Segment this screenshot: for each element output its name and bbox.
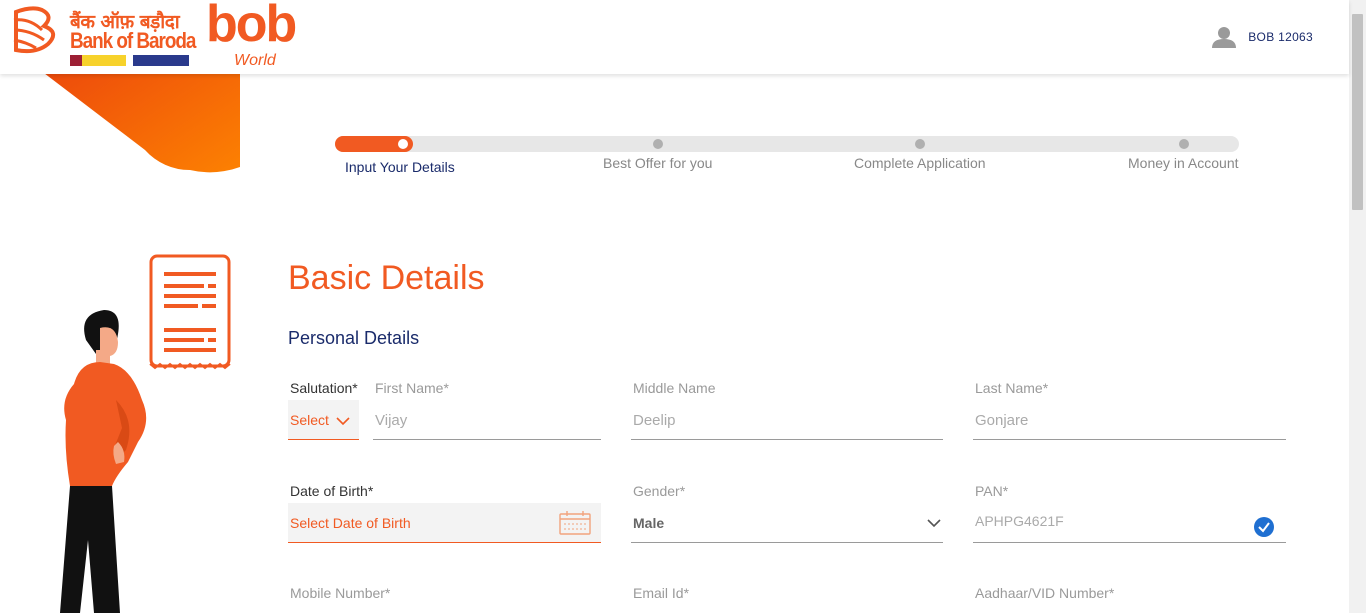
- last-name-input[interactable]: Gonjare: [973, 400, 1286, 440]
- pan-field: PAN* APHPG4621F: [973, 483, 1286, 545]
- step-label-best-offer: Best Offer for you: [603, 155, 713, 171]
- top-header: बैंक ऑफ़ बड़ौदा Bank of Baroda bob World…: [0, 0, 1349, 74]
- logo-english-text: Bank of Baroda: [70, 28, 196, 53]
- page-title: Basic Details: [288, 259, 485, 297]
- mobile-label: Mobile Number*: [290, 585, 391, 601]
- logo-world-text: World: [234, 52, 276, 69]
- verified-check-icon: [1254, 517, 1274, 537]
- middle-name-input[interactable]: Deelip: [631, 400, 943, 440]
- last-name-label: Last Name*: [975, 380, 1049, 396]
- first-name-value: Vijay: [375, 412, 408, 429]
- calendar-icon[interactable]: [559, 511, 591, 535]
- bank-logo[interactable]: बैंक ऑफ़ बड़ौदा Bank of Baroda bob World: [12, 0, 312, 70]
- first-name-field: First Name* Vijay: [373, 380, 601, 442]
- first-name-input[interactable]: Vijay: [373, 400, 601, 440]
- user-id: BOB 12063: [1248, 30, 1313, 44]
- person-illustration-icon: [60, 254, 231, 613]
- last-name-value: Gonjare: [975, 412, 1029, 429]
- bank-of-baroda-logo-icon: [13, 6, 56, 54]
- dob-placeholder: Select Date of Birth: [290, 515, 411, 531]
- section-title: Personal Details: [288, 328, 420, 348]
- user-menu[interactable]: BOB 12063: [1212, 26, 1313, 48]
- step-dot-1: [398, 139, 408, 149]
- step-dot-2: [653, 139, 663, 149]
- gender-select[interactable]: Male: [631, 503, 943, 543]
- logo-badge-yellow: [70, 55, 126, 66]
- pan-input[interactable]: APHPG4621F: [973, 503, 1286, 543]
- salutation-value: Select: [290, 412, 329, 428]
- email-label: Email Id*: [633, 585, 690, 601]
- aadhaar-field: Aadhaar/VID Number*: [973, 585, 1286, 613]
- salutation-field: Salutation* Select: [288, 380, 359, 442]
- dob-field: Date of Birth* Select Date of Birth: [288, 483, 601, 545]
- middle-name-value: Deelip: [633, 412, 676, 429]
- dob-label: Date of Birth*: [290, 483, 374, 499]
- progress-stepper: Input Your Details Best Offer for you Co…: [335, 136, 1239, 186]
- salutation-label: Salutation*: [290, 380, 358, 396]
- logo-badge-blue: [133, 55, 189, 66]
- email-field: Email Id*: [631, 585, 943, 613]
- user-avatar-icon: [1212, 27, 1237, 48]
- logo-bob-text: bob: [206, 0, 297, 53]
- gender-field: Gender* Male: [631, 483, 943, 545]
- pan-value: APHPG4621F: [975, 513, 1064, 529]
- chevron-down-icon: [927, 519, 941, 528]
- middle-name-field: Middle Name Deelip: [631, 380, 943, 442]
- first-name-label: First Name*: [375, 380, 449, 396]
- step-label-input-details: Input Your Details: [345, 159, 455, 175]
- step-label-money-in-account: Money in Account: [1128, 155, 1239, 171]
- scrollbar[interactable]: [1349, 0, 1366, 613]
- mobile-field: Mobile Number*: [288, 585, 601, 613]
- step-label-complete-application: Complete Application: [854, 155, 986, 171]
- scrollbar-thumb[interactable]: [1352, 14, 1363, 210]
- middle-name-label: Middle Name: [633, 380, 716, 396]
- document-illustration-icon: [149, 254, 231, 370]
- aadhaar-label: Aadhaar/VID Number*: [975, 585, 1115, 601]
- gender-label: Gender*: [633, 483, 686, 499]
- pan-label: PAN*: [975, 483, 1009, 499]
- gender-value: Male: [633, 515, 665, 531]
- stepper-track: [335, 136, 1239, 152]
- step-dot-4: [1179, 139, 1189, 149]
- salutation-select[interactable]: Select: [288, 400, 359, 440]
- last-name-field: Last Name* Gonjare: [973, 380, 1286, 442]
- dob-date-picker[interactable]: Select Date of Birth: [288, 503, 601, 543]
- step-dot-3: [915, 139, 925, 149]
- chevron-down-icon: [336, 417, 350, 426]
